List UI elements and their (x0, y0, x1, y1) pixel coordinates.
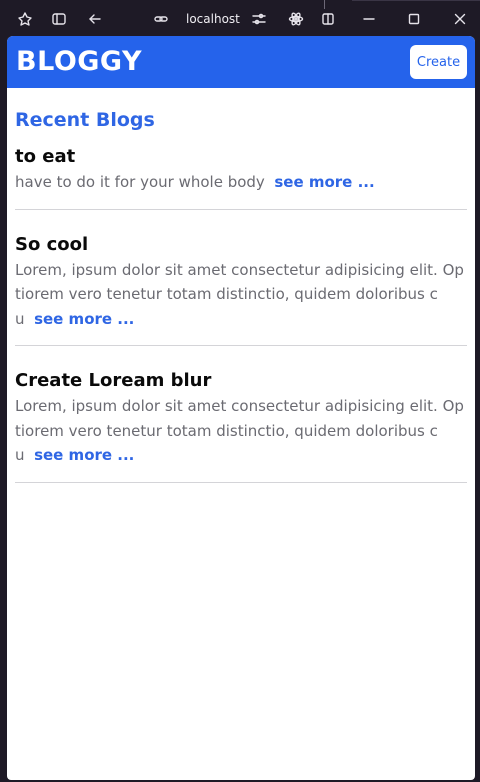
window-edge-line (352, 0, 480, 1)
blog-title[interactable]: So cool (15, 232, 467, 258)
page-viewport: BLOGGY Create Recent Blogs to eat have t… (7, 36, 475, 780)
sidebar-toggle-icon[interactable] (49, 9, 69, 29)
blog-card: So cool Lorem, ipsum dolor sit amet cons… (15, 232, 467, 346)
minimize-icon[interactable] (359, 9, 379, 29)
browser-logo-icon[interactable] (15, 9, 35, 29)
brand-logo[interactable]: BLOGGY (16, 45, 142, 79)
close-icon[interactable] (450, 9, 470, 29)
blog-excerpt: Lorem, ipsum dolor sit amet consectetur … (15, 394, 467, 468)
see-more-link[interactable]: see more ... (274, 173, 374, 191)
back-arrow-icon[interactable] (85, 9, 105, 29)
browser-toolbar: localhost (0, 0, 480, 36)
blog-excerpt: Lorem, ipsum dolor sit amet consectetur … (15, 258, 467, 332)
blog-card: Create Loream blur Lorem, ipsum dolor si… (15, 368, 467, 483)
react-devtools-icon[interactable] (286, 9, 306, 29)
blog-title[interactable]: Create Loream blur (15, 368, 467, 394)
blog-title[interactable]: to eat (15, 144, 467, 170)
see-more-link[interactable]: see more ... (34, 310, 134, 328)
site-settings-icon[interactable] (249, 9, 269, 29)
link-icon[interactable] (151, 9, 171, 29)
maximize-icon[interactable] (404, 9, 424, 29)
split-view-icon[interactable] (318, 9, 338, 29)
navbar: BLOGGY Create (7, 36, 475, 88)
blog-excerpt: have to do it for your whole body see mo… (15, 170, 467, 195)
blog-card: to eat have to do it for your whole body… (15, 144, 467, 210)
create-button[interactable]: Create (410, 45, 467, 79)
toolbar-divider (324, 0, 325, 9)
see-more-link[interactable]: see more ... (34, 446, 134, 464)
blog-excerpt-text: have to do it for your whole body (15, 173, 265, 191)
blog-list: Recent Blogs to eat have to do it for yo… (7, 107, 475, 483)
address-bar-url[interactable]: localhost (186, 10, 240, 28)
section-title: Recent Blogs (15, 109, 155, 131)
